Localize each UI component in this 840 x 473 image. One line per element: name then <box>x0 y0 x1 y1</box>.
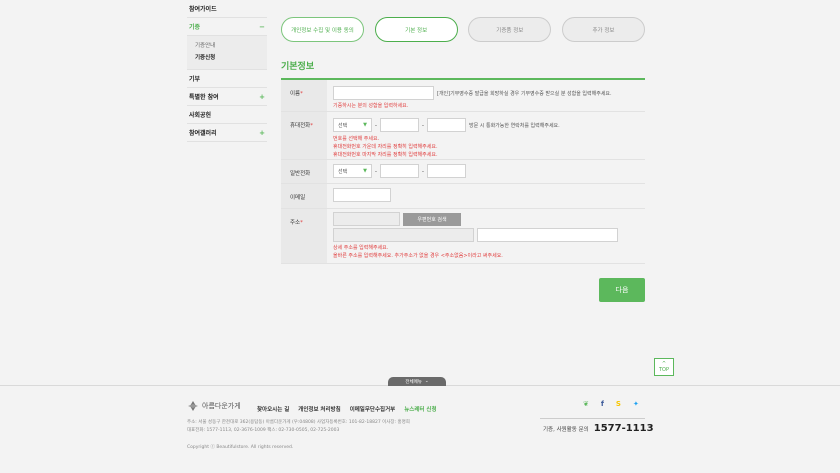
footer-links: 찾아오시는 길 개인정보 처리방침 이메일무단수집거부 뉴스레터 신청 <box>257 405 437 413</box>
footer-link-privacy[interactable]: 개인정보 처리방침 <box>298 405 340 413</box>
address-label: 주소 <box>290 220 301 226</box>
expand-icon: + <box>259 128 265 137</box>
chevron-down-icon: ▼ <box>363 122 367 128</box>
facebook-icon[interactable]: f <box>601 400 604 408</box>
all-menu-button[interactable]: 전체메뉴 ⌄ <box>388 377 446 386</box>
mobile-error: 휴대전화번호 가운데 자리를 정확히 입력해주세요. <box>333 144 438 150</box>
name-input[interactable] <box>333 86 434 100</box>
contact-divider <box>540 418 645 419</box>
address-input[interactable] <box>333 228 474 242</box>
mobile-error: 번호를 선택해 주세요. <box>333 136 380 142</box>
phone-row: 일반전화 선택 ▼ - - <box>281 160 645 184</box>
mobile-hint: 방문 시 통화가능한 연락처를 입력해주세요. <box>469 122 560 129</box>
footer-link-newsletter[interactable]: 뉴스레터 신청 <box>404 405 436 413</box>
mobile-last-input[interactable] <box>427 118 466 132</box>
zipcode-input[interactable] <box>333 212 400 226</box>
name-hint: [개인]기부영수증 발급을 희망하실 경우 기부영수증 받으실 분 성함을 입력… <box>437 90 612 97</box>
next-button[interactable]: 다음 <box>599 278 645 302</box>
name-error: 기증하시는 분의 성함을 입력하세요. <box>333 103 409 109</box>
step-item-info[interactable]: 기증품 정보 <box>468 17 552 42</box>
sidebar: 참여가이드 기증 − 기증안내 기증신청 기부 특별한 참여 + 사회공헌 참여갤러… <box>187 0 267 142</box>
sidebar-subitem-info[interactable]: 기증안내 <box>195 40 259 52</box>
phone-last-input[interactable] <box>427 164 466 178</box>
phone-prefix-select[interactable]: 선택 ▼ <box>333 164 372 178</box>
sidebar-item-guide[interactable]: 참여가이드 <box>187 0 267 18</box>
email-input[interactable] <box>333 188 391 202</box>
step-tabs: 개인정보 수집 및 이용 동의 기본 정보 기증품 정보 추가 정보 <box>281 17 645 42</box>
leaf-icon[interactable]: ❦ <box>583 400 589 408</box>
step-consent[interactable]: 개인정보 수집 및 이용 동의 <box>281 17 364 42</box>
name-label: 이름 <box>290 91 301 97</box>
phone-middle-input[interactable] <box>380 164 419 178</box>
name-row: 이름* [개인]기부영수증 발급을 희망하실 경우 기부영수증 받으실 분 성함… <box>281 80 645 112</box>
footer-link-directions[interactable]: 찾아오시는 길 <box>257 405 289 413</box>
contact-number: 1577-1113 <box>593 423 654 434</box>
email-label: 이메일 <box>290 195 306 201</box>
mobile-label: 휴대전화 <box>290 123 311 129</box>
mobile-prefix-select[interactable]: 선택 ▼ <box>333 118 372 132</box>
section-title: 기본정보 <box>281 62 315 72</box>
twitter-icon[interactable]: ✦ <box>633 400 639 408</box>
sidebar-item-giving[interactable]: 기부 <box>187 70 267 88</box>
sidebar-item-donation[interactable]: 기증 − <box>187 18 267 36</box>
footer-address: 주소: 서울 성동구 한천대로 362(용답동) 아름다운가게 (우:04808… <box>187 420 410 433</box>
mobile-middle-input[interactable] <box>380 118 419 132</box>
mobile-error: 휴대전화번호 마지막 자리를 정확히 입력해주세요. <box>333 152 438 158</box>
footer-link-email-policy[interactable]: 이메일무단수집거부 <box>350 405 396 413</box>
expand-icon: + <box>259 92 265 101</box>
phone-label: 일반전화 <box>290 171 311 177</box>
sidebar-item-gallery[interactable]: 참여갤러리 + <box>187 124 267 142</box>
step-extra-info[interactable]: 추가 정보 <box>561 17 645 42</box>
address-detail-input[interactable] <box>477 228 618 242</box>
sidebar-item-special[interactable]: 특별한 참여 + <box>187 88 267 106</box>
sidebar-subitem-apply[interactable]: 기증신청 <box>195 52 259 64</box>
chevron-down-icon: ⌄ <box>424 379 429 384</box>
mobile-row: 휴대전화* 선택 ▼ - - 방문 시 통화가능한 연락처를 입력해주세요. 번호… <box>281 112 645 160</box>
address-error: 올바른 주소를 입력해주세요. 추가주소가 없을 경우 <주소없음>이라고 써주… <box>333 253 503 259</box>
chevron-down-icon: ▼ <box>363 168 367 174</box>
address-row: 주소* 우편번호 검색 상세 주소를 입력해주세요. 올바른 주소를 입력해주세… <box>281 209 645 264</box>
zipcode-search-button[interactable]: 우편번호 검색 <box>403 212 461 226</box>
top-button[interactable]: ^ TOP <box>654 358 674 376</box>
contact-info: 기증, 사원활동 문의 1577-1113 <box>543 423 654 434</box>
footer-copyright: Copyright ⓒ Beautifulstore. All rights r… <box>187 445 294 450</box>
kakao-icon[interactable]: S <box>616 400 621 408</box>
footer: 아름다운가게 찾아오시는 길 개인정보 처리방침 이메일무단수집거부 뉴스레터 … <box>187 400 647 450</box>
step-basic-info[interactable]: 기본 정보 <box>374 17 458 42</box>
sns-links: ❦ f S ✦ <box>583 400 639 408</box>
address-error: 상세 주소를 입력해주세요. <box>333 245 389 251</box>
email-row: 이메일 <box>281 184 645 209</box>
basic-info-form: 이름* [개인]기부영수증 발급을 희망하실 경우 기부영수증 받으실 분 성함… <box>281 78 645 264</box>
contact-label: 기증, 사원활동 문의 <box>543 427 589 433</box>
logo-icon <box>188 401 198 411</box>
sidebar-submenu: 기증안내 기증신청 <box>187 36 267 70</box>
sidebar-item-social[interactable]: 사회공헌 <box>187 106 267 124</box>
collapse-icon: − <box>259 22 265 31</box>
